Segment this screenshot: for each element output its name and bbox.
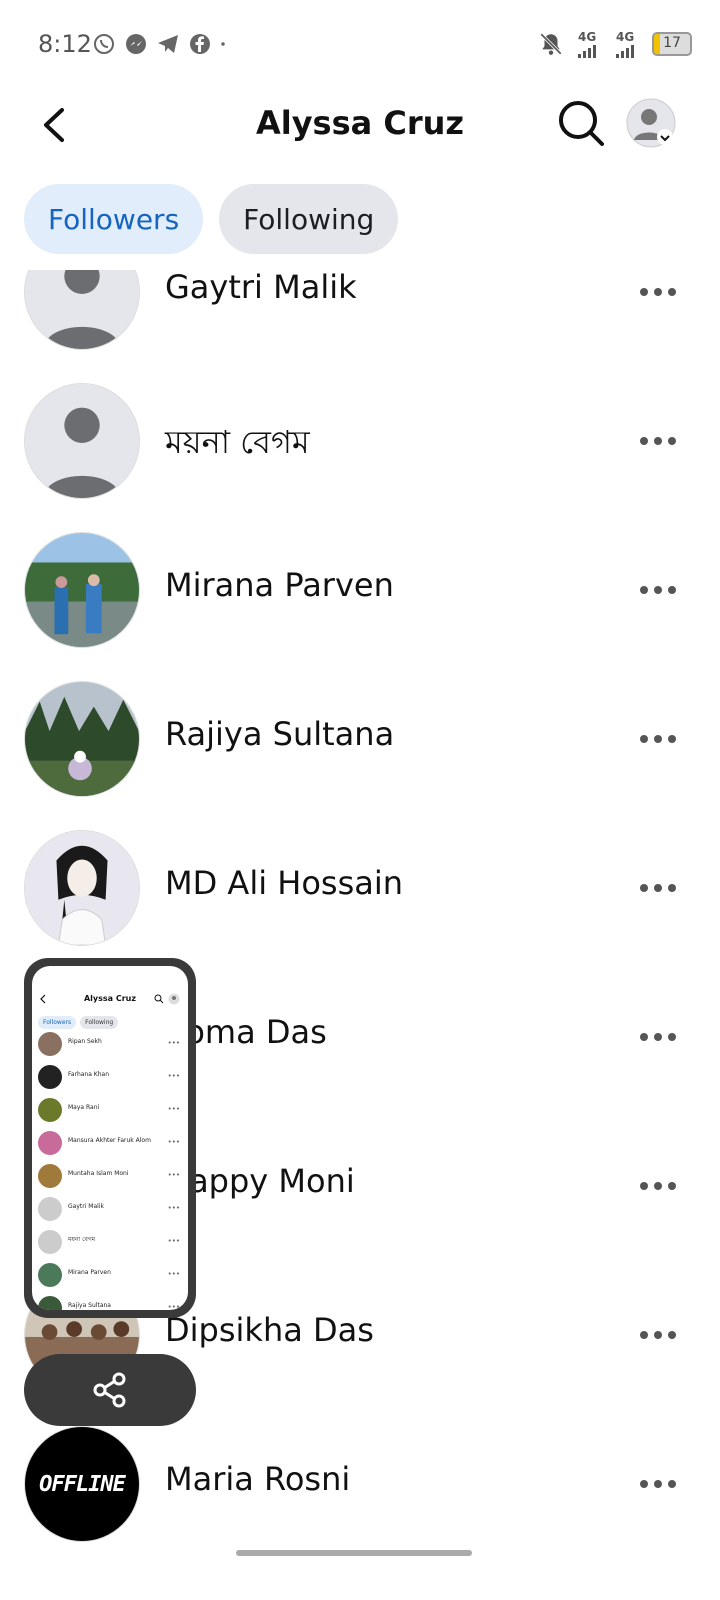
share-icon (93, 1372, 126, 1408)
header: Alyssa Cruz (0, 92, 720, 172)
status-time: 8:12 (38, 30, 92, 58)
follower-name[interactable]: Mirana Parven (165, 566, 394, 604)
avatar (24, 270, 140, 350)
search-icon[interactable] (554, 96, 608, 150)
preview-row: Ripan Sekh ••• (38, 1028, 184, 1060)
preview-search-icon (154, 994, 164, 1004)
preview-name: Rajiya Sultana (68, 1302, 111, 1309)
preview-title: Alyssa Cruz (83, 994, 137, 1003)
avatar (24, 681, 140, 797)
preview-row: Rajiya Sultana ••• (38, 1292, 184, 1310)
preview-name: Mansura Akhter Faruk Alom (68, 1137, 151, 1144)
list-item[interactable]: Mirana Parven (0, 516, 720, 665)
preview-name: Farhana Khan (68, 1071, 110, 1078)
mute-bell-icon (540, 33, 562, 55)
list-item[interactable]: Gaytri Malik (0, 270, 720, 367)
whatsapp-icon (94, 34, 114, 54)
list-item[interactable]: OFFLINE Maria Rosni (0, 1410, 720, 1559)
more-options-icon[interactable] (636, 1321, 680, 1349)
list-item[interactable]: ময়না বেগম (0, 367, 720, 516)
list-item[interactable]: Rajiya Sultana (0, 665, 720, 814)
status-bar: 8:12 4G 4G 17 (0, 0, 720, 92)
preview-name: Ripan Sekh (68, 1038, 102, 1045)
follower-name[interactable]: Rajiya Sultana (165, 715, 394, 753)
signal-1-icon: 4G (576, 30, 602, 58)
preview-row: Farhana Khan ••• (38, 1061, 184, 1093)
preview-name: Gaytri Malik (68, 1203, 104, 1210)
follower-name[interactable]: ময়না বেগম (165, 417, 310, 471)
telegram-icon (158, 35, 178, 53)
avatar (24, 383, 140, 499)
preview-name: ময়না বেগম (68, 1236, 96, 1243)
preview-row: Gaytri Malik ••• (38, 1193, 184, 1225)
page-title: Alyssa Cruz (255, 104, 465, 142)
more-options-icon[interactable] (636, 1172, 680, 1200)
home-indicator[interactable] (236, 1550, 472, 1556)
avatar: OFFLINE (24, 1426, 140, 1542)
preview-row: Muntaha Islam Moni ••• (38, 1160, 184, 1192)
network-type-1: 4G (578, 30, 597, 44)
signal-2-icon: 4G (614, 30, 640, 58)
avatar-offline-text: OFFLINE (39, 1471, 126, 1497)
tab-bar: Followers Following (24, 184, 399, 254)
battery-icon: 17 (652, 32, 692, 56)
status-right: 4G 4G 17 (538, 30, 692, 58)
preview-avatar-icon (168, 993, 180, 1005)
preview-name: Mirana Parven (68, 1269, 111, 1276)
more-options-icon[interactable] (636, 1023, 680, 1051)
battery-level: 17 (663, 35, 681, 51)
dot-icon (221, 42, 225, 46)
more-options-icon[interactable] (636, 874, 680, 902)
tab-following[interactable]: Following (219, 184, 399, 254)
preview-row: Mirana Parven ••• (38, 1259, 184, 1291)
tab-followers[interactable]: Followers (24, 184, 204, 254)
more-options-icon[interactable] (636, 278, 680, 306)
notification-icons (92, 32, 232, 56)
follower-name[interactable]: Gaytri Malik (165, 270, 357, 306)
preview-row: ময়না বেগম ••• (38, 1226, 184, 1258)
avatar (24, 830, 140, 946)
preview-row: Maya Rani ••• (38, 1094, 184, 1126)
follower-name[interactable]: MD Ali Hossain (165, 864, 403, 902)
preview-screen: Alyssa Cruz Followers Following Ripan Se… (32, 966, 188, 1310)
preview-name: Maya Rani (68, 1104, 100, 1111)
more-options-icon[interactable] (636, 427, 680, 455)
floating-screenshot-preview[interactable]: Alyssa Cruz Followers Following Ripan Se… (24, 958, 196, 1318)
facebook-icon (190, 34, 210, 54)
follower-name[interactable]: Dipsikha Das (165, 1311, 374, 1349)
profile-avatar-icon[interactable] (626, 98, 676, 148)
follower-name[interactable]: Maria Rosni (165, 1460, 350, 1498)
list-item[interactable]: MD Ali Hossain (0, 814, 720, 963)
more-options-icon[interactable] (636, 725, 680, 753)
share-button[interactable] (24, 1354, 196, 1426)
avatar (24, 532, 140, 648)
more-options-icon[interactable] (636, 576, 680, 604)
more-options-icon[interactable] (636, 1470, 680, 1498)
preview-row: Mansura Akhter Faruk Alom ••• (38, 1127, 184, 1159)
network-type-2: 4G (616, 30, 635, 44)
messenger-icon (126, 34, 146, 54)
preview-name: Muntaha Islam Moni (68, 1170, 129, 1177)
